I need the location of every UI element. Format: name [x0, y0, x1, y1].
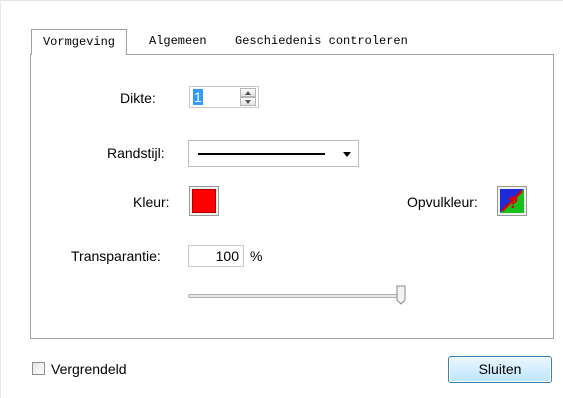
tab-geschiedenis-controleren[interactable]: Geschiedenis controleren — [229, 29, 414, 53]
tab-vormgeving[interactable]: Vormgeving — [31, 29, 127, 55]
border-style-select[interactable] — [188, 140, 359, 167]
transparency-slider-thumb[interactable] — [396, 285, 406, 305]
solid-line-preview — [198, 153, 325, 155]
thickness-value[interactable]: 1 — [193, 89, 203, 105]
transparency-label: Transparantie: — [71, 248, 161, 264]
color-label: Kleur: — [133, 194, 170, 210]
chevron-down-icon — [343, 152, 351, 157]
color-button[interactable] — [189, 186, 219, 216]
fill-color-button[interactable]: ? — [497, 186, 527, 216]
border-style-label: Randstijl: — [107, 145, 165, 161]
close-button[interactable]: Sluiten — [448, 356, 552, 383]
transparency-slider-track[interactable] — [188, 294, 405, 298]
lock-label: Vergrendeld — [51, 361, 127, 377]
arrow-down-icon — [245, 100, 251, 104]
window-left-border — [0, 0, 1, 398]
fill-color-label: Opvulkleur: — [407, 194, 478, 210]
thickness-label: Dikte: — [120, 90, 156, 106]
arrow-up-icon — [245, 91, 251, 95]
window-top-border — [0, 0, 563, 1]
tab-algemeen[interactable]: Algemeen — [143, 29, 213, 53]
svg-text:?: ? — [508, 193, 518, 212]
transparency-input[interactable]: 100 — [188, 245, 244, 267]
no-fill-icon: ? — [500, 189, 524, 213]
increment-button[interactable] — [240, 88, 256, 97]
transparency-unit: % — [250, 248, 263, 264]
decrement-button[interactable] — [240, 97, 256, 106]
red-color-swatch — [192, 189, 216, 213]
lock-checkbox[interactable] — [32, 362, 45, 375]
thickness-stepper[interactable]: 1 — [189, 86, 259, 108]
